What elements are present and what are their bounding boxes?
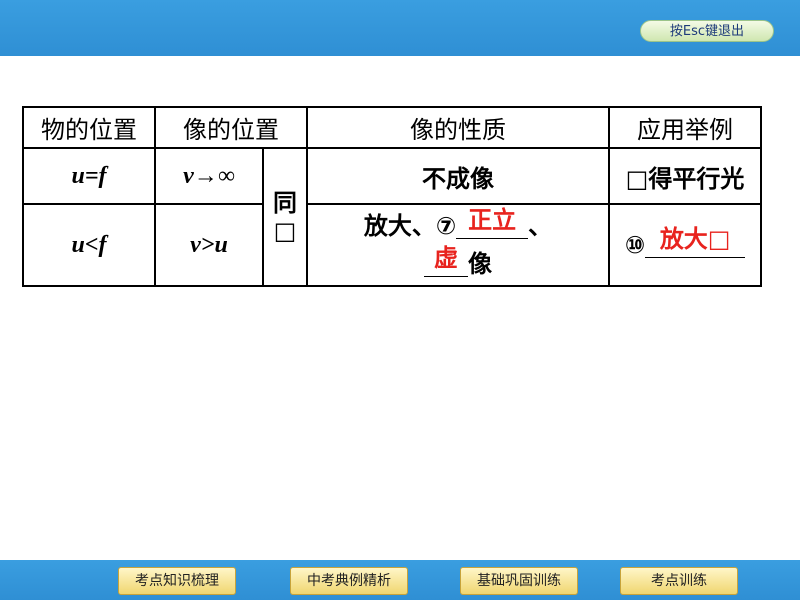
nav-point-training[interactable]: 考点训练 [620, 567, 738, 595]
nav-typical-examples[interactable]: 中考典例精析 [290, 567, 408, 595]
header-object-position: 物的位置 [22, 106, 156, 149]
header-image-nature: 像的性质 [306, 106, 610, 149]
same-side-char-1: 同 [273, 189, 297, 217]
blank-8: 虚 [424, 246, 468, 277]
same-side-cell: 同 □ [262, 147, 308, 287]
row2-image-nature: 放大、⑦ 正立、 虚像 [306, 203, 610, 287]
top-bar: 按Esc键退出 [0, 0, 800, 56]
answer-8: 虚 [434, 244, 458, 272]
answer-7: 正立 [468, 206, 517, 234]
nav-basic-practice[interactable]: 基础巩固训练 [460, 567, 578, 595]
row1-object-position: u=f [22, 147, 156, 205]
nature-suffix: 像 [468, 250, 492, 278]
row1-image-position: v→∞ [154, 147, 264, 205]
blank-10: 放大□ [645, 227, 746, 258]
row2-image-position: v>u [154, 203, 264, 287]
row1-image-nature: 不成像 [306, 147, 610, 205]
header-image-position: 像的位置 [154, 106, 308, 149]
row1-application: □得平行光 [608, 147, 762, 205]
blank-7: 正立 [456, 208, 529, 239]
row2-object-position: u<f [22, 203, 156, 287]
nature-separator: 、 [528, 212, 553, 240]
row2-nature-line1: 放大、⑦ 正立、 [308, 207, 608, 245]
nature-prefix: 放大、⑦ [363, 212, 457, 240]
example-prefix: ⑩ [624, 231, 646, 259]
header-application: 应用举例 [608, 106, 762, 149]
answer-10: 放大□ [659, 225, 731, 253]
row2-application: ⑩ 放大□ [608, 203, 762, 287]
bottom-nav-bar: 考点知识梳理 中考典例精析 基础巩固训练 考点训练 [0, 560, 800, 600]
row2-nature-line2: 虚像 [308, 245, 608, 283]
nav-knowledge-review[interactable]: 考点知识梳理 [118, 567, 236, 595]
exit-button[interactable]: 按Esc键退出 [640, 20, 774, 42]
lens-table: 物的位置 像的位置 像的性质 应用举例 u=f v→∞ 同 □ 不成像 □得平行… [22, 106, 762, 287]
same-side-char-2: □ [273, 217, 297, 245]
